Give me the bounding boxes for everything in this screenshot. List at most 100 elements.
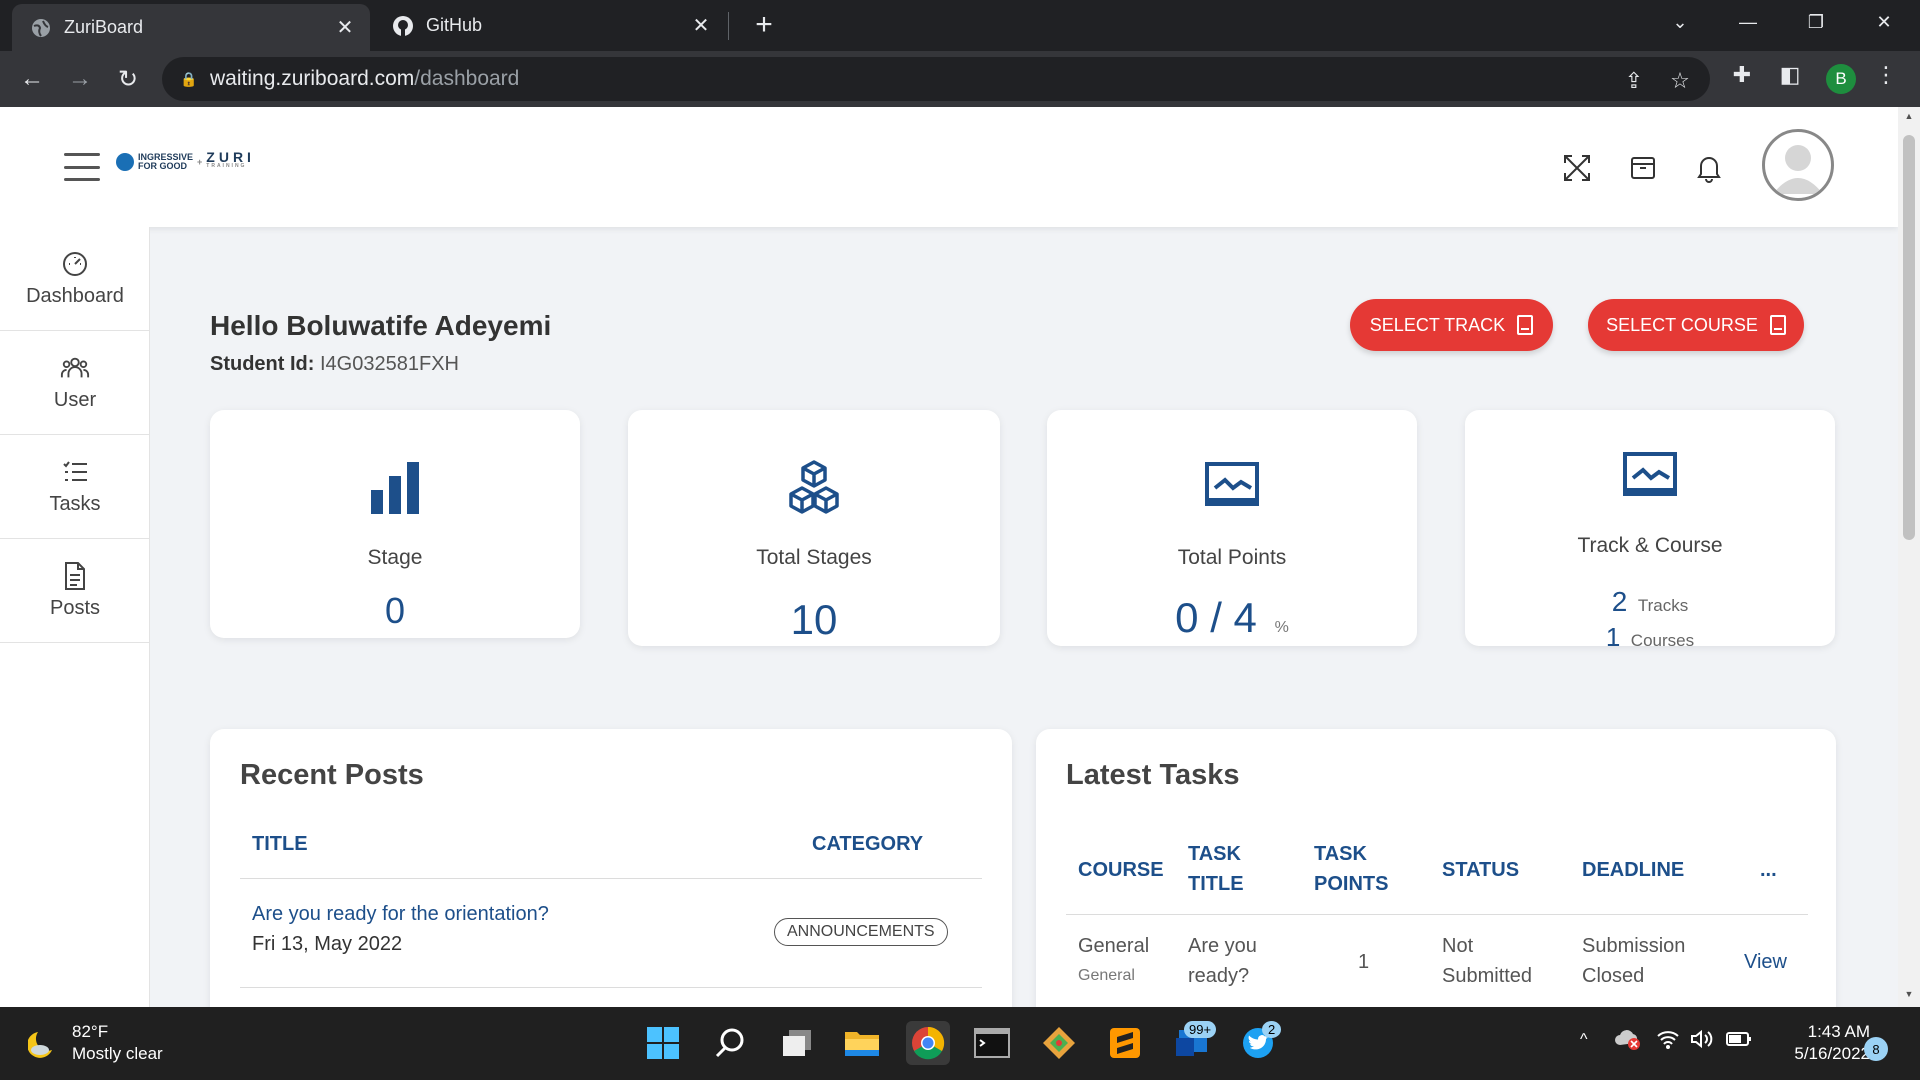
close-window-button[interactable]: ✕ bbox=[1850, 0, 1918, 44]
task-title: Are you ready? bbox=[1188, 935, 1257, 987]
bar-chart-icon bbox=[210, 460, 580, 516]
side-panel-icon[interactable]: ◧ bbox=[1776, 61, 1804, 89]
tab-github[interactable]: GitHub ✕ bbox=[374, 0, 726, 51]
profile-avatar[interactable]: B bbox=[1826, 64, 1856, 94]
brand-logo[interactable]: INGRESSIVE FOR GOOD + ZURI TRAINING bbox=[116, 150, 255, 171]
users-icon bbox=[60, 353, 90, 383]
more-options[interactable]: ... bbox=[1760, 855, 1777, 885]
divider bbox=[1066, 914, 1808, 915]
menu-icon[interactable]: ⋮ bbox=[1872, 61, 1900, 89]
weather-condition: Mostly clear bbox=[72, 1044, 163, 1063]
stat-label: Stage bbox=[367, 546, 423, 569]
close-icon[interactable]: ✕ bbox=[690, 13, 712, 38]
tab-search-icon[interactable]: ⌄ bbox=[1646, 0, 1714, 44]
sidebar-item-dashboard[interactable]: Dashboard bbox=[0, 227, 150, 331]
wifi-icon[interactable] bbox=[1656, 1029, 1680, 1054]
page-scrollbar[interactable]: ▲ ▼ bbox=[1898, 107, 1920, 1007]
notification-badge[interactable]: 8 bbox=[1864, 1037, 1888, 1061]
total-stages-card: Total Stages 10 bbox=[628, 410, 1000, 646]
task-view-icon[interactable] bbox=[775, 1021, 819, 1065]
git-kraken-icon[interactable] bbox=[1037, 1021, 1081, 1065]
page-viewport: INGRESSIVE FOR GOOD + ZURI TRAINING Dashbo… bbox=[0, 107, 1898, 1007]
select-track-button[interactable]: SELECT TRACK bbox=[1350, 299, 1553, 351]
user-avatar[interactable] bbox=[1762, 129, 1834, 201]
track-course-card: Track & Course 2 Tracks 1 Courses bbox=[1465, 410, 1835, 652]
column-header: TITLE bbox=[252, 833, 308, 855]
checklist-icon bbox=[60, 457, 90, 487]
document-icon bbox=[60, 561, 90, 591]
sidebar-item-user[interactable]: User bbox=[0, 331, 150, 435]
monitor-chart-icon bbox=[1047, 460, 1417, 508]
browser-toolbar: ← → ↻ 🔒 waiting.zuriboard.com/dashboard … bbox=[0, 51, 1920, 107]
monitor-chart-icon bbox=[1465, 450, 1835, 498]
system-clock[interactable]: 1:43 AM 5/16/2022 bbox=[1760, 1021, 1870, 1065]
windows-start-icon[interactable] bbox=[641, 1021, 685, 1065]
column-header: TASK POINTS bbox=[1314, 843, 1389, 895]
select-course-button[interactable]: SELECT COURSE bbox=[1588, 299, 1804, 351]
stat-value: 0 bbox=[384, 590, 406, 631]
task-status: Not Submitted bbox=[1442, 935, 1533, 987]
cubes-icon bbox=[628, 460, 1000, 516]
tracks-count: 2 Tracks bbox=[1611, 586, 1689, 617]
search-icon[interactable] bbox=[708, 1021, 752, 1065]
weather-widget[interactable]: 82°F Mostly clear bbox=[28, 1021, 163, 1065]
tab-separator bbox=[728, 12, 729, 40]
divider bbox=[240, 878, 982, 879]
scroll-thumb[interactable] bbox=[1903, 135, 1915, 540]
scroll-up-arrow[interactable]: ▲ bbox=[1898, 111, 1920, 129]
close-icon[interactable]: ✕ bbox=[334, 15, 356, 40]
fullscreen-icon[interactable] bbox=[1560, 151, 1594, 185]
github-icon bbox=[392, 15, 414, 37]
tab-zuriboard[interactable]: ZuriBoard ✕ bbox=[12, 4, 370, 51]
share-icon[interactable]: ⇪ bbox=[1620, 67, 1648, 95]
stat-value: 10 bbox=[790, 596, 838, 643]
sidebar-item-label: Tasks bbox=[49, 493, 101, 515]
sidebar-item-tasks[interactable]: Tasks bbox=[0, 435, 150, 539]
task-deadline: Submission Closed bbox=[1582, 935, 1686, 987]
file-explorer-icon[interactable] bbox=[840, 1021, 884, 1065]
sublime-text-icon[interactable] bbox=[1103, 1021, 1147, 1065]
back-button[interactable]: ← bbox=[14, 61, 50, 97]
divider bbox=[240, 987, 982, 988]
new-tab-button[interactable]: + bbox=[748, 8, 780, 42]
chevron-up-icon[interactable]: ^ bbox=[1580, 1031, 1588, 1049]
view-link[interactable]: View bbox=[1744, 947, 1787, 977]
column-header: TASK TITLE bbox=[1188, 843, 1244, 895]
column-header: CATEGORY bbox=[812, 833, 924, 855]
minimize-button[interactable]: — bbox=[1714, 0, 1782, 44]
onedrive-error-icon[interactable] bbox=[1614, 1027, 1642, 1056]
globe-logo-icon bbox=[116, 153, 134, 171]
recent-posts-panel: Recent Posts TITLE CATEGORY Are you read… bbox=[210, 729, 1012, 1007]
sidebar-item-posts[interactable]: Posts bbox=[0, 539, 150, 643]
chrome-icon[interactable] bbox=[906, 1021, 950, 1065]
restore-button[interactable]: ❐ bbox=[1782, 0, 1850, 44]
mail-badge: 99+ bbox=[1184, 1021, 1217, 1038]
archive-icon[interactable] bbox=[1626, 151, 1660, 185]
task-course: General General bbox=[1078, 935, 1150, 984]
page-title: Hello Boluwatife Adeyemi bbox=[210, 310, 552, 341]
panel-title: Latest Tasks bbox=[1066, 759, 1240, 791]
scroll-down-arrow[interactable]: ▼ bbox=[1898, 989, 1920, 1007]
bell-icon[interactable] bbox=[1692, 151, 1726, 185]
category-badge[interactable]: ANNOUNCEMENTS bbox=[774, 918, 948, 946]
reload-button[interactable]: ↻ bbox=[110, 61, 146, 97]
volume-icon[interactable] bbox=[1690, 1029, 1714, 1054]
hamburger-icon[interactable] bbox=[64, 153, 100, 181]
lock-icon: 🔒 bbox=[180, 70, 198, 87]
stat-value: 0 / 4 % bbox=[1175, 594, 1289, 641]
tab-title: ZuriBoard bbox=[64, 17, 144, 37]
terminal-icon[interactable] bbox=[970, 1021, 1014, 1065]
star-icon[interactable]: ☆ bbox=[1666, 67, 1694, 95]
address-bar[interactable]: 🔒 waiting.zuriboard.com/dashboard ⇪ ☆ bbox=[162, 57, 1710, 101]
forward-button[interactable]: → bbox=[62, 61, 98, 97]
column-header: COURSE bbox=[1078, 859, 1164, 881]
weather-temp: 82°F bbox=[72, 1022, 109, 1041]
tablet-icon bbox=[1517, 315, 1534, 335]
tablet-icon bbox=[1769, 315, 1786, 335]
sidebar-item-label: Posts bbox=[49, 597, 101, 619]
app-header: INGRESSIVE FOR GOOD + ZURI TRAINING bbox=[0, 107, 1898, 227]
post-title-link[interactable]: Are you ready for the orientation? bbox=[252, 899, 549, 929]
column-header: STATUS bbox=[1442, 859, 1520, 881]
extensions-icon[interactable]: ✚ bbox=[1728, 61, 1756, 89]
battery-icon[interactable] bbox=[1726, 1031, 1752, 1052]
